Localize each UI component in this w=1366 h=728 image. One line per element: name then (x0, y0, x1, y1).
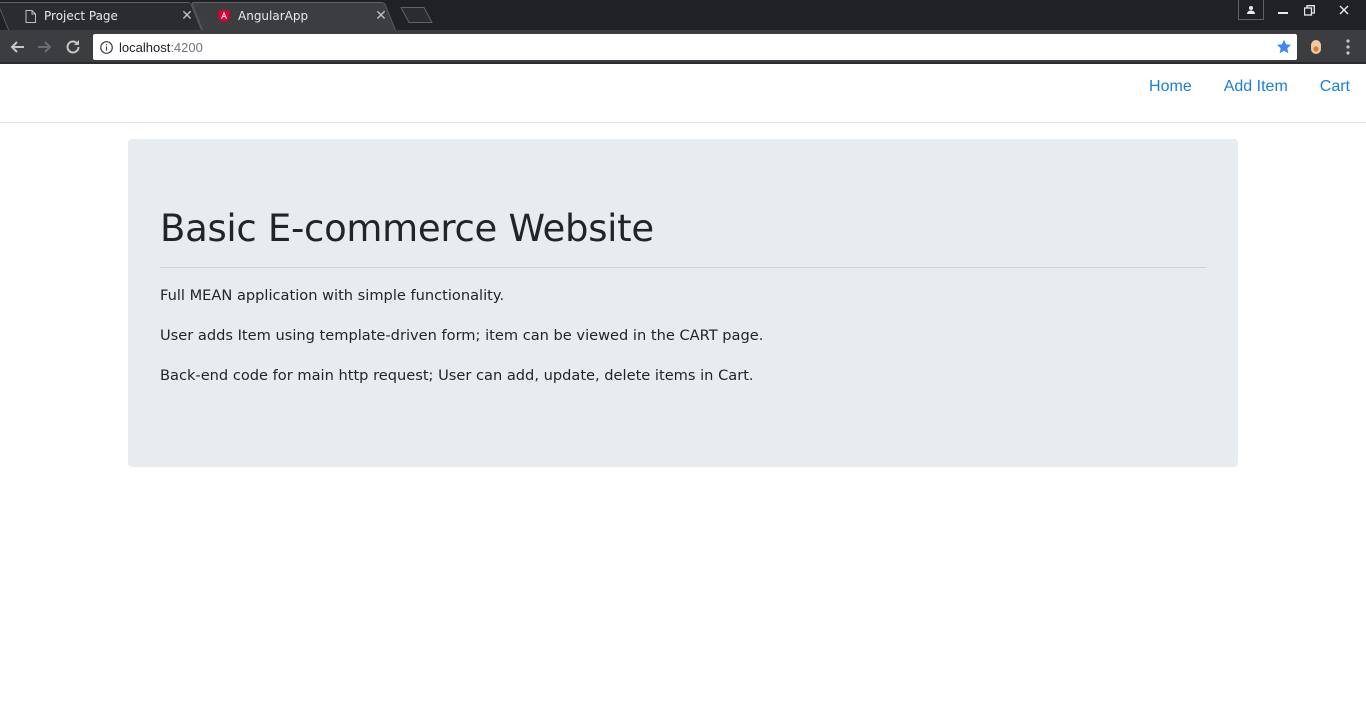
menu-icon[interactable] (1340, 38, 1356, 56)
user-icon[interactable] (1238, 0, 1264, 20)
reload-icon[interactable] (64, 38, 82, 56)
nav-link-cart[interactable]: Cart (1288, 77, 1350, 97)
url-port: :4200 (170, 39, 203, 55)
close-icon[interactable] (1322, 0, 1366, 20)
forward-arrow-icon[interactable] (36, 38, 54, 56)
page-title: Basic E-commerce Website (160, 207, 654, 250)
url-host: localhost (119, 39, 171, 55)
divider (160, 267, 1206, 268)
description-paragraph: Full MEAN application with simple functi… (160, 287, 505, 304)
jumbotron: Basic E-commerce Website Full MEAN appli… (128, 139, 1238, 467)
info-icon[interactable] (99, 40, 113, 54)
description-paragraph: Back-end code for main http request; Use… (160, 367, 754, 384)
browser-toolbar: localhost:4200 (0, 30, 1366, 64)
window-controls (1238, 0, 1366, 20)
page-content: Home Add Item Cart Basic E-commerce Webs… (0, 66, 1366, 728)
new-tab-button[interactable] (400, 7, 434, 23)
nav-link-add-item[interactable]: Add Item (1192, 77, 1288, 97)
back-arrow-icon[interactable] (8, 38, 26, 56)
browser-tab-angularapp[interactable]: AngularApp ✕ (190, 2, 396, 30)
nav-link-home[interactable]: Home (1149, 77, 1192, 97)
page-icon (23, 9, 37, 23)
tab-title: AngularApp (238, 9, 309, 23)
extension-icon[interactable] (1307, 38, 1325, 56)
angular-icon (217, 9, 231, 23)
browser-tab-project-page[interactable]: Project Page ✕ (0, 2, 202, 30)
minimize-icon[interactable] (1270, 0, 1296, 20)
bookmark-star-icon[interactable] (1276, 39, 1292, 55)
description-paragraph: User adds Item using template-driven for… (160, 327, 764, 344)
tab-title: Project Page (44, 9, 118, 23)
close-tab-icon[interactable]: ✕ (374, 9, 388, 23)
close-tab-icon[interactable]: ✕ (180, 9, 194, 23)
nav-links: Home Add Item Cart (1149, 77, 1350, 97)
restore-icon[interactable] (1296, 0, 1322, 20)
browser-tab-strip: Project Page ✕ AngularApp ✕ (0, 0, 1366, 30)
site-navbar: Home Add Item Cart (0, 66, 1366, 123)
address-bar[interactable]: localhost:4200 (93, 34, 1297, 60)
url-text: localhost:4200 (119, 40, 203, 55)
